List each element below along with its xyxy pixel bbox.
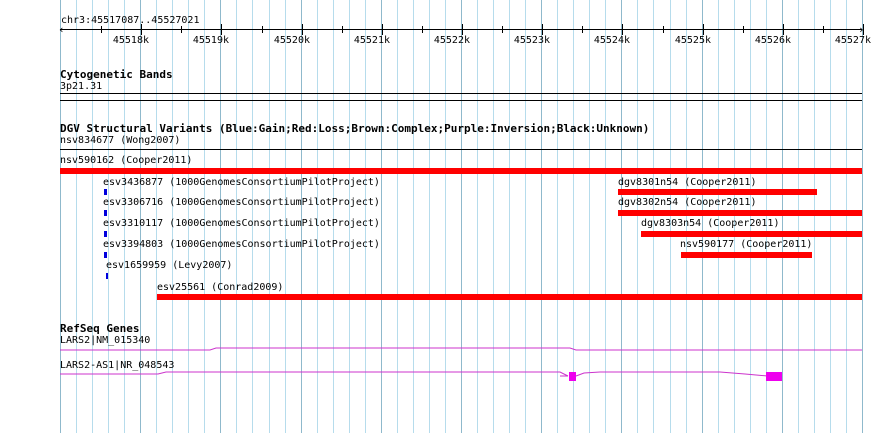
ruler-major-tick [542, 24, 543, 35]
ruler-tick-label: 45521k [353, 35, 390, 46]
ruler-minor-tick [663, 26, 664, 33]
feature-bar-esv1659959[interactable] [106, 273, 108, 279]
ruler-minor-tick [342, 26, 343, 33]
feature-label-esv3306716[interactable]: esv3306716 (1000GenomesConsortiumPilotPr… [103, 197, 380, 209]
ruler-minor-tick [181, 26, 182, 33]
dgv-track-title[interactable]: DGV Structural Variants (Blue:Gain;Red:L… [60, 122, 649, 135]
ruler-major-tick [863, 24, 864, 35]
cytobands-track-title[interactable]: Cytogenetic Bands [60, 68, 173, 81]
ruler-tick-label: 45519k [192, 35, 229, 46]
ruler-tick-label: 45518k [112, 35, 149, 46]
ruler-major-tick [302, 24, 303, 35]
feature-label-esv1659959[interactable]: esv1659959 (Levy2007) [106, 260, 232, 272]
feature-bar-nsv590162[interactable] [60, 168, 862, 174]
ruler-major-tick [221, 24, 222, 35]
feature-bar-esv3394803[interactable] [104, 252, 107, 258]
ruler-minor-tick [502, 26, 503, 33]
feature-label-dgv8301n54[interactable]: dgv8301n54 (Cooper2011) [618, 177, 756, 189]
feature-bar-dgv8302n54[interactable] [618, 210, 862, 216]
gene-model-lars2-as1[interactable] [0, 366, 890, 386]
ruler-location: chr3:45517087..45527021 [61, 15, 200, 26]
ruler-tick-label: 45520k [273, 35, 310, 46]
cytoband-track-border-top [60, 93, 862, 94]
feature-label-dgv8302n54[interactable]: dgv8302n54 (Cooper2011) [618, 197, 756, 209]
genome-browser-view: chr3:45517087..45527021 ‹ › 45518k 45519k… [0, 0, 890, 433]
feature-bar-dgv8303n54[interactable] [641, 231, 862, 237]
ruler-major-tick [703, 24, 704, 35]
ruler-minor-tick [743, 26, 744, 33]
ruler-tick-label: 45526k [754, 35, 791, 46]
feature-bar-esv3436877[interactable] [104, 189, 107, 195]
dgv-track-divider [60, 149, 862, 150]
feature-label-esv3310117[interactable]: esv3310117 (1000GenomesConsortiumPilotPr… [103, 218, 380, 230]
exon-1 [569, 372, 576, 381]
ruler-minor-tick [101, 26, 102, 33]
ruler-major-tick [783, 24, 784, 35]
ruler-tick-label: 45523k [513, 35, 550, 46]
feature-label-esv3436877[interactable]: esv3436877 (1000GenomesConsortiumPilotPr… [103, 177, 380, 189]
feature-label-dgv8303n54[interactable]: dgv8303n54 (Cooper2011) [641, 218, 779, 230]
feature-bar-nsv590177[interactable] [681, 252, 812, 258]
ruler-major-tick [462, 24, 463, 35]
ruler-tick-label: 45524k [593, 35, 630, 46]
gene-model-lars2[interactable] [0, 340, 890, 360]
ruler-major-tick [382, 24, 383, 35]
feature-label-esv3394803[interactable]: esv3394803 (1000GenomesConsortiumPilotPr… [103, 239, 380, 251]
feature-bar-esv3306716[interactable] [104, 210, 107, 216]
ruler-minor-tick [582, 26, 583, 33]
ruler-minor-tick [422, 26, 423, 33]
feature-label-nsv834677[interactable]: nsv834677 (Wong2007) [60, 135, 180, 147]
ruler-left-arrow-icon: ‹ [58, 23, 65, 36]
feature-label-esv25561[interactable]: esv25561 (Conrad2009) [157, 282, 283, 294]
cytoband-label[interactable]: 3p21.31 [60, 81, 102, 93]
exon-2 [766, 372, 782, 381]
ruler-tick-label: 45522k [433, 35, 470, 46]
cytoband-track-border-bottom [60, 100, 862, 101]
refseq-track-title[interactable]: RefSeq Genes [60, 322, 139, 335]
ruler-minor-tick [262, 26, 263, 33]
ruler-minor-tick [823, 26, 824, 33]
ruler-major-tick [622, 24, 623, 35]
feature-label-nsv590177[interactable]: nsv590177 (Cooper2011) [680, 239, 812, 251]
ruler-tick-label: 45527k [834, 35, 871, 46]
feature-label-nsv590162[interactable]: nsv590162 (Cooper2011) [60, 155, 192, 167]
ruler-tick-label: 45525k [674, 35, 711, 46]
feature-bar-esv3310117[interactable] [104, 231, 107, 237]
feature-bar-dgv8301n54[interactable] [618, 189, 817, 195]
ruler-major-tick [141, 24, 142, 35]
feature-bar-esv25561[interactable] [157, 294, 862, 300]
